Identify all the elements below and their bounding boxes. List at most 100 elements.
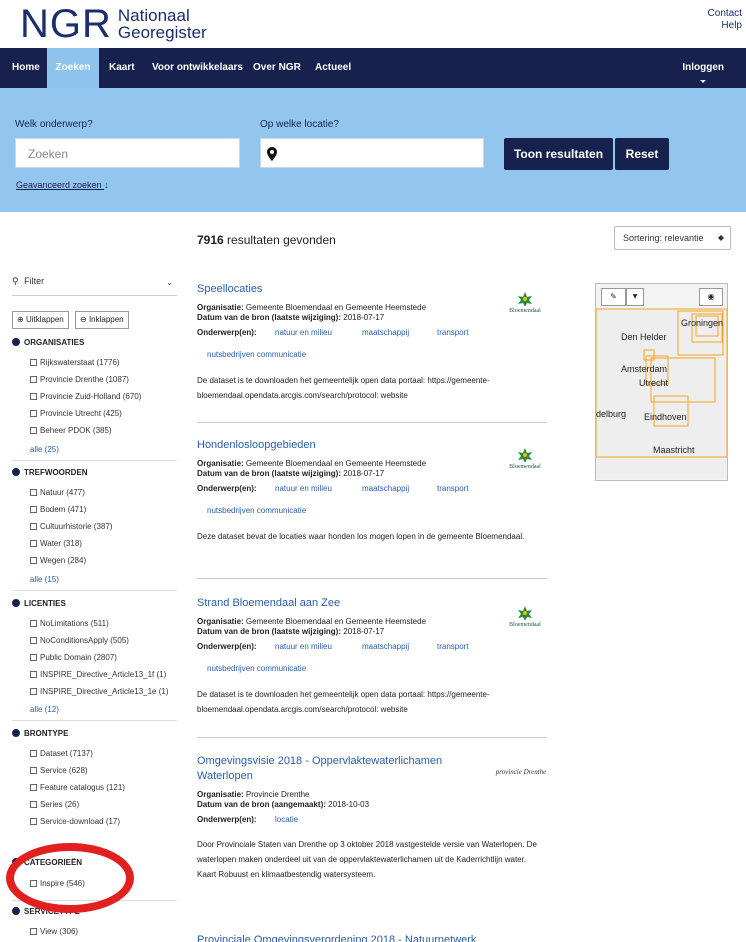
minus-circle-icon: ⊖ <box>80 315 87 324</box>
expand-all-button[interactable]: ⊕ Uitklappen <box>12 311 69 329</box>
facet-title-label: BRONTYPE <box>24 729 69 738</box>
checkbox[interactable] <box>30 818 37 825</box>
facet-title-trefwoorden[interactable]: TREFWOORDEN <box>12 468 88 477</box>
checkbox[interactable] <box>30 359 37 366</box>
facet-option[interactable]: Water (318) <box>30 539 82 548</box>
subject-tag[interactable]: nutsbedrijven communicatie <box>207 350 306 359</box>
contact-link[interactable]: Contact <box>708 8 742 20</box>
facet-option[interactable]: Provincie Utrecht (425) <box>30 409 122 418</box>
org-label: Organisatie: <box>197 303 244 312</box>
subject-label: Onderwerp(en): <box>197 815 257 824</box>
facet-title-licenties[interactable]: LICENTIES <box>12 599 66 608</box>
facet-option[interactable]: Cultuurhistorie (387) <box>30 522 112 531</box>
result-title[interactable]: Hondenlosloopgebieden <box>197 438 457 453</box>
subject-tag[interactable]: natuur en milieu <box>275 328 332 337</box>
checkbox[interactable] <box>30 557 37 564</box>
collapse-all-button[interactable]: ⊖ Inklappen <box>75 311 129 329</box>
facet-option[interactable]: Feature catalogus (121) <box>30 783 125 792</box>
subject-tag[interactable]: transport <box>437 484 469 493</box>
checkbox[interactable] <box>30 489 37 496</box>
facet-title-brontype[interactable]: BRONTYPE <box>12 729 68 738</box>
facet-option[interactable]: NoLimitations (511) <box>30 619 109 628</box>
divider <box>12 460 177 461</box>
checkbox[interactable] <box>30 928 37 935</box>
facet-option[interactable]: Public Domain (2807) <box>30 653 117 662</box>
reset-button[interactable]: Reset <box>615 138 669 170</box>
location-search-input[interactable] <box>260 138 484 168</box>
facet-option[interactable]: Provincie Drenthe (1087) <box>30 375 129 384</box>
checkbox[interactable] <box>30 767 37 774</box>
checkbox[interactable] <box>30 393 37 400</box>
subject-search-input[interactable]: Zoeken <box>15 138 240 168</box>
checkbox[interactable] <box>30 637 37 644</box>
org-label: Organisatie: <box>197 617 244 626</box>
subject-tag[interactable]: natuur en milieu <box>275 484 332 493</box>
checkbox[interactable] <box>30 506 37 513</box>
nav-over-ngr[interactable]: Over NGR <box>247 48 307 88</box>
facet-option[interactable]: Natuur (477) <box>30 488 85 497</box>
result-title[interactable]: Speellocaties <box>197 282 457 297</box>
facet-option[interactable]: Dataset (7137) <box>30 749 93 758</box>
results-map[interactable]: ✎ ▼ ◉ Den Helder Groningen Amsterdam Utr… <box>595 283 728 481</box>
help-link[interactable]: Help <box>708 20 742 32</box>
facet-option[interactable]: NoConditionsApply (505) <box>30 636 129 645</box>
facet-option[interactable]: Beheer PDOK (385) <box>30 426 112 435</box>
result-organisation: Organisatie: Gemeente Bloemendaal en Gem… <box>197 617 547 627</box>
checkbox[interactable] <box>30 654 37 661</box>
checkbox[interactable] <box>30 620 37 627</box>
ngr-logo[interactable]: NGR Nationaal Georegister <box>20 4 207 44</box>
checkbox[interactable] <box>30 801 37 808</box>
subject-tag[interactable]: maatschappij <box>362 642 409 651</box>
header: NGR Nationaal Georegister Contact Help <box>0 0 746 48</box>
result-title[interactable]: Strand Bloemendaal aan Zee <box>197 596 457 611</box>
facet-more-link[interactable]: alle (15) <box>30 575 59 584</box>
checkbox[interactable] <box>30 540 37 547</box>
facet-option[interactable]: Rijkswaterstaat (1776) <box>30 358 120 367</box>
facet-more-link[interactable]: alle (25) <box>30 445 59 454</box>
result-title[interactable]: Provinciale Omgevingsverordening 2018 - … <box>197 933 547 942</box>
facet-option[interactable]: Service-download (17) <box>30 817 120 826</box>
nav-kaart[interactable]: Kaart <box>103 48 141 88</box>
subject-tag[interactable]: maatschappij <box>362 484 409 493</box>
checkbox[interactable] <box>30 750 37 757</box>
facet-title-organisaties[interactable]: ORGANISATIES <box>12 338 84 347</box>
facet-option[interactable]: INSPIRE_Directive_Article13_1f (1) <box>30 670 166 679</box>
checkbox[interactable] <box>30 523 37 530</box>
facet-option[interactable]: View (306) <box>30 927 78 936</box>
subject-tag[interactable]: nutsbedrijven communicatie <box>207 664 306 673</box>
globe-icon[interactable]: ◉ <box>699 288 723 306</box>
checkbox[interactable] <box>30 427 37 434</box>
subject-tag[interactable]: transport <box>437 642 469 651</box>
org-value: Gemeente Bloemendaal en Gemeente Heemste… <box>245 459 427 468</box>
subject-tag[interactable]: locatie <box>275 815 298 824</box>
subject-tag[interactable]: maatschappij <box>362 328 409 337</box>
checkbox[interactable] <box>30 376 37 383</box>
subject-tag[interactable]: transport <box>437 328 469 337</box>
nav-actueel[interactable]: Actueel <box>309 48 357 88</box>
facet-option[interactable]: Bodem (471) <box>30 505 86 514</box>
facet-option[interactable]: Provincie Zuid-Holland (670) <box>30 392 141 401</box>
sort-dropdown[interactable]: Sortering: relevantie ◆ <box>614 226 731 250</box>
facet-option[interactable]: Series (26) <box>30 800 79 809</box>
nav-home[interactable]: Home <box>6 48 46 88</box>
facet-option[interactable]: Wegen (284) <box>30 556 86 565</box>
divider <box>12 590 177 591</box>
facet-more-link[interactable]: alle (12) <box>30 705 59 714</box>
result-title[interactable]: Omgevingsvisie 2018 - Oppervlaktewaterli… <box>197 754 457 784</box>
filter-toggle[interactable]: ⚲ Filter ⌄ <box>12 276 177 296</box>
facet-option[interactable]: INSPIRE_Directive_Article13_1e (1) <box>30 687 169 696</box>
checkbox[interactable] <box>30 784 37 791</box>
nav-zoeken[interactable]: Zoeken <box>47 48 99 88</box>
checkbox[interactable] <box>30 410 37 417</box>
checkbox[interactable] <box>30 688 37 695</box>
advanced-search-link[interactable]: Geavanceerd zoeken ↓ <box>16 180 109 190</box>
facet-option[interactable]: Service (628) <box>30 766 88 775</box>
show-results-button[interactable]: Toon resultaten <box>504 138 613 170</box>
caret-down-icon[interactable]: ▼ <box>626 288 644 306</box>
subject-tag[interactable]: nutsbedrijven communicatie <box>207 506 306 515</box>
date-value: 2018-07-17 <box>343 627 385 636</box>
pencil-icon[interactable]: ✎ <box>601 288 626 306</box>
subject-tag[interactable]: natuur en milieu <box>275 642 332 651</box>
checkbox[interactable] <box>30 671 37 678</box>
nav-voor-ontwikkelaars[interactable]: Voor ontwikkelaars <box>146 48 249 88</box>
